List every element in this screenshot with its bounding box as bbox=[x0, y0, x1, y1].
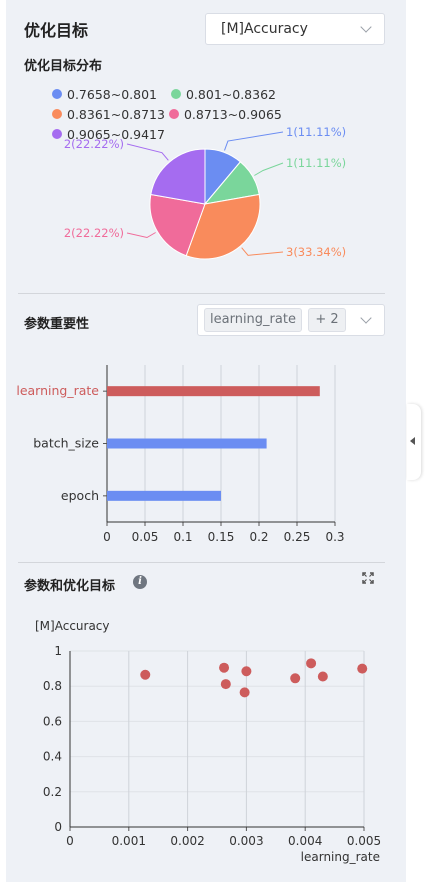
x-tick-label: 0.3 bbox=[325, 530, 344, 544]
y-tick-label: 1 bbox=[54, 644, 62, 658]
x-tick-label: 0.2 bbox=[249, 530, 268, 544]
y-tick-label: 0.4 bbox=[43, 750, 62, 764]
scatter-title: 参数和优化目标 bbox=[24, 579, 116, 594]
x-tick-label: 0.003 bbox=[229, 834, 263, 848]
legend-item[interactable]: 0.801~0.8362 bbox=[170, 84, 276, 104]
legend-label: 0.7658~0.801 bbox=[67, 86, 157, 102]
y-tick-label: 0.2 bbox=[43, 785, 62, 799]
pie-data-label: 1(11.11%) bbox=[286, 156, 346, 170]
x-tick-label: 0 bbox=[66, 834, 74, 848]
category-label: epoch bbox=[61, 488, 99, 503]
legend-color-dot bbox=[170, 89, 181, 99]
caret-left-icon bbox=[410, 437, 415, 445]
scatter-point bbox=[306, 658, 317, 669]
x-tick-label: 0.002 bbox=[170, 834, 204, 848]
x-tick-label: 0.15 bbox=[208, 530, 235, 544]
distribution-title: 优化目标分布 bbox=[24, 59, 103, 74]
pie-data-label: 2(22.22%) bbox=[64, 226, 124, 240]
category-label: batch_size bbox=[33, 436, 99, 451]
chevron-down-icon bbox=[360, 312, 372, 324]
parameter-select[interactable]: learning_rate + 2 bbox=[197, 304, 385, 336]
legend-color-dot bbox=[52, 89, 62, 99]
parameter-tag[interactable]: learning_rate bbox=[204, 308, 302, 332]
x-tick-label: 0.001 bbox=[112, 834, 146, 848]
metric-select[interactable]: [M]Accuracy bbox=[205, 13, 385, 45]
legend-label: 0.801~0.8362 bbox=[185, 86, 276, 102]
metric-select-value: [M]Accuracy bbox=[221, 21, 308, 37]
more-tags-count[interactable]: + 2 bbox=[308, 308, 346, 332]
scatter-chart: [M]Accuracy 0 0.2 0.4 0.6 0.8 1 0 0.001 0.002 0.00… bbox=[35, 619, 381, 864]
pie-data-label: 2(22.22%) bbox=[64, 137, 124, 151]
x-tick-label: 0.004 bbox=[288, 834, 322, 848]
scatter-point bbox=[357, 663, 368, 674]
y-tick-label: 0.6 bbox=[43, 714, 62, 728]
x-tick-label: 0 bbox=[103, 530, 111, 544]
legend-color-dot bbox=[168, 109, 179, 119]
x-tick-label: 0.1 bbox=[173, 530, 192, 544]
page-title: 优化目标 bbox=[24, 21, 89, 40]
pie-leader-line bbox=[126, 232, 156, 239]
legend-color-dot bbox=[52, 109, 62, 119]
importance-bar bbox=[107, 438, 267, 449]
chevron-down-icon bbox=[360, 21, 372, 33]
scatter-point bbox=[220, 679, 231, 690]
y-axis-label: [M]Accuracy bbox=[35, 619, 110, 633]
pie-leader-line bbox=[254, 162, 284, 176]
x-tick-label: 0.25 bbox=[284, 530, 311, 544]
scatter-point bbox=[219, 662, 230, 673]
y-tick-label: 0 bbox=[54, 820, 62, 834]
collapse-panel-handle[interactable] bbox=[407, 404, 421, 480]
pie-leader-line bbox=[241, 247, 284, 256]
scatter-point bbox=[290, 673, 301, 684]
x-tick-label: 0.005 bbox=[347, 834, 381, 848]
scatter-point bbox=[317, 671, 328, 682]
pie-leader-line bbox=[224, 131, 284, 151]
pie-data-label: 1(11.11%) bbox=[286, 125, 346, 139]
scatter-point bbox=[241, 666, 252, 677]
importance-bar-chart: 0 0.05 0.1 0.15 0.2 0.25 0.3 learning_ratebatch… bbox=[16, 365, 345, 544]
divider bbox=[18, 293, 385, 294]
importance-bar bbox=[107, 490, 221, 501]
importance-title: 参数重要性 bbox=[24, 317, 90, 332]
scatter-point bbox=[239, 687, 250, 698]
category-label: learning_rate bbox=[16, 383, 99, 398]
info-icon[interactable]: i bbox=[133, 575, 147, 589]
x-axis-label: learning_rate bbox=[301, 850, 380, 864]
scatter-point bbox=[140, 669, 151, 680]
pie-leader-line bbox=[126, 143, 169, 161]
expand-icon[interactable] bbox=[362, 572, 374, 584]
divider bbox=[18, 562, 385, 563]
pie-chart: 1(11.11%) 1(11.11%) 3(33.34%) 2(22.22%) 2(22… bbox=[64, 125, 346, 260]
legend-item[interactable]: 0.7658~0.801 bbox=[52, 84, 157, 104]
y-tick-label: 0.8 bbox=[43, 679, 62, 693]
importance-bar bbox=[107, 386, 320, 397]
pie-data-label: 3(33.34%) bbox=[286, 245, 346, 259]
x-tick-label: 0.05 bbox=[132, 530, 159, 544]
pie-slice bbox=[150, 148, 206, 205]
